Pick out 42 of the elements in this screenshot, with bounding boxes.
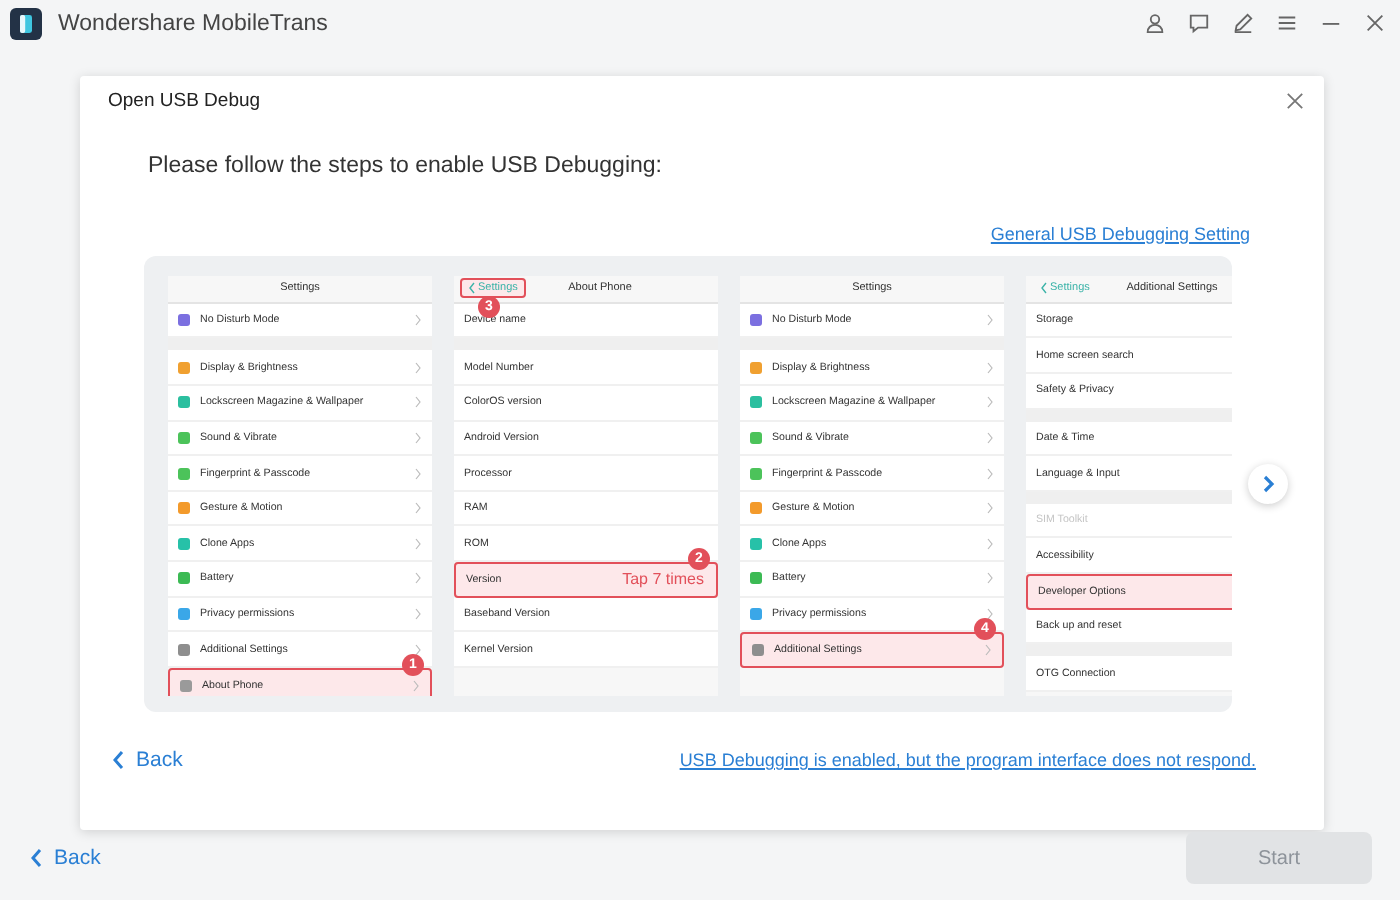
chevron-left-icon xyxy=(1040,281,1048,294)
chevron-icon xyxy=(986,572,994,585)
chevron-icon xyxy=(986,431,994,444)
pencil-icon[interactable] xyxy=(1232,12,1254,35)
back-button[interactable]: Back xyxy=(30,846,101,871)
next-button[interactable] xyxy=(1248,463,1288,504)
app-title: Wondershare MobileTrans xyxy=(58,11,328,36)
chevron-icon xyxy=(414,607,422,620)
chat-icon[interactable] xyxy=(1188,12,1210,35)
tap-instruction: Tap 7 times xyxy=(622,570,704,589)
chevron-icon xyxy=(414,467,422,480)
menu-icon[interactable] xyxy=(1276,12,1298,35)
chevron-icon xyxy=(414,396,422,409)
chevron-icon xyxy=(414,502,422,515)
chevron-icon xyxy=(414,431,422,444)
close-icon[interactable] xyxy=(1286,92,1304,111)
chevron-icon xyxy=(986,361,994,374)
instruction-text: Please follow the steps to enable USB Debugging: xyxy=(148,153,664,178)
account-icon[interactable] xyxy=(1144,12,1166,35)
chevron-left-icon xyxy=(468,281,476,294)
back-button[interactable]: Back xyxy=(112,747,183,772)
close-icon[interactable] xyxy=(1364,12,1386,35)
general-setting-link[interactable]: General USB Debugging Setting xyxy=(990,223,1250,244)
chevron-icon xyxy=(414,314,422,327)
app-logo-icon xyxy=(10,7,42,40)
chevron-icon xyxy=(414,643,422,656)
problem-link[interactable]: USB Debugging is enabled, but the program interface does not respond. xyxy=(679,749,1256,770)
chevron-icon xyxy=(986,607,994,620)
chevron-icon xyxy=(986,314,994,327)
chevron-icon xyxy=(984,644,992,657)
chevron-icon xyxy=(986,502,994,515)
chevron-icon xyxy=(412,679,420,692)
chevron-icon xyxy=(986,537,994,550)
chevron-left-icon xyxy=(30,848,42,869)
chevron-icon xyxy=(414,361,422,374)
chevron-left-icon xyxy=(112,749,124,770)
chevron-right-icon xyxy=(1260,473,1276,494)
chevron-icon xyxy=(986,467,994,480)
dialog-title: Open USB Debug xyxy=(108,90,261,113)
chevron-icon xyxy=(414,537,422,550)
chevron-icon xyxy=(414,572,422,585)
chevron-icon xyxy=(986,396,994,409)
